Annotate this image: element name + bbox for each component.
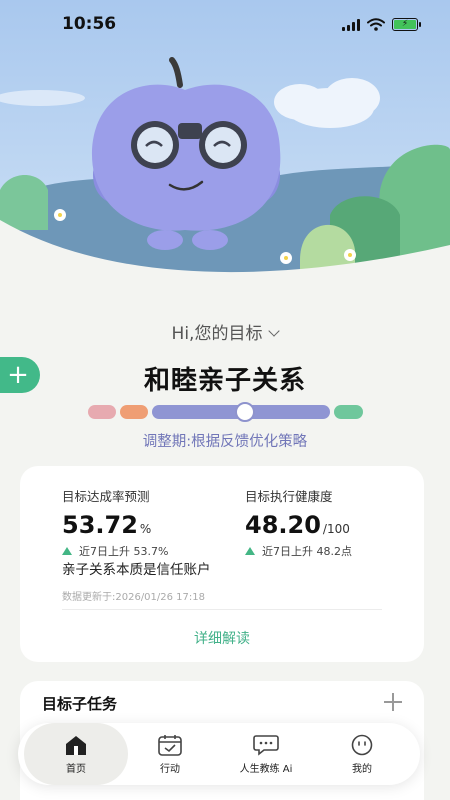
wifi-icon: [367, 18, 385, 31]
prediction-label: 目标达成率预测: [62, 489, 150, 504]
status-icons: ⚡: [342, 18, 421, 31]
insight-text: 亲子关系本质是信任账户: [62, 562, 211, 578]
detail-link[interactable]: 详细解读: [20, 628, 424, 648]
phase-segment-2: [120, 405, 148, 419]
phase-segment-1: [88, 405, 116, 419]
smiley-face-icon: [351, 734, 373, 755]
phase-progress-track: [88, 402, 363, 422]
prediction-trend-text: 近7日上升 53.7%: [79, 545, 169, 558]
prediction-unit: %: [139, 522, 152, 536]
goal-greeting: Hi,您的目标: [171, 324, 263, 344]
trend-up-icon: [62, 547, 72, 555]
goal-selector[interactable]: Hi,您的目标: [0, 319, 450, 344]
chat-bubble-icon: [253, 734, 279, 756]
nav-item-mine[interactable]: 我的: [322, 723, 402, 785]
stats-card: 目标达成率预测 53.72% 近7日上升 53.7% 目标执行健康度 48.20…: [20, 466, 424, 662]
signal-icon: [342, 18, 360, 31]
calendar-check-icon: [158, 734, 182, 756]
nav-item-home[interactable]: 首页: [24, 723, 128, 785]
nav-label-mine: 我的: [352, 763, 372, 775]
health-unit: /100: [322, 522, 350, 536]
health-stat: 目标执行健康度 48.20/100 近7日上升 48.2点: [245, 486, 352, 559]
bottom-nav: 首页 行动 人生教练 Ai 我的: [18, 723, 420, 785]
trend-up-icon: [245, 547, 255, 555]
prediction-value-row: 53.72%: [62, 511, 168, 539]
nav-label-action: 行动: [160, 763, 180, 775]
chevron-down-icon: [268, 325, 281, 337]
status-time: 10:56: [62, 14, 117, 34]
nav-item-ai-coach[interactable]: 人生教练 Ai: [216, 723, 316, 785]
health-trend-text: 近7日上升 48.2点: [262, 545, 352, 558]
goal-title: 和睦亲子关系: [143, 366, 306, 396]
health-trend: 近7日上升 48.2点: [245, 543, 352, 559]
subtask-title: 目标子任务: [42, 695, 118, 713]
home-icon: [66, 735, 86, 755]
nav-label-home: 首页: [66, 763, 86, 775]
battery-charging-icon: ⚡: [392, 18, 421, 31]
nav-item-action[interactable]: 行动: [130, 723, 210, 785]
health-value: 48.20: [245, 511, 321, 539]
phase-label: 调整期:根据反馈优化策略: [142, 434, 308, 450]
prediction-stat: 目标达成率预测 53.72% 近7日上升 53.7%: [62, 486, 168, 559]
updated-timestamp: 数据更新于:2026/01/26 17:18: [62, 592, 206, 603]
health-value-row: 48.20/100: [245, 511, 352, 539]
prediction-value: 53.72: [62, 511, 138, 539]
phase-progress-knob: [234, 402, 255, 422]
add-subtask-button[interactable]: [384, 693, 402, 711]
divider: [62, 609, 382, 610]
status-bar: 10:56 ⚡: [0, 0, 450, 50]
prediction-trend: 近7日上升 53.7%: [62, 543, 168, 559]
health-label: 目标执行健康度: [245, 489, 333, 504]
phase-segment-4: [334, 405, 363, 419]
nav-label-ai-coach: 人生教练 Ai: [239, 763, 293, 775]
